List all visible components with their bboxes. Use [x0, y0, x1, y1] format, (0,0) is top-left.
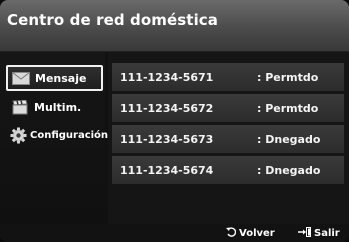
sidebar-item-configuracion[interactable]: Configuración — [7, 123, 108, 147]
message-number: 111-1234-5674 — [120, 163, 214, 177]
message-status: : Dnegado — [257, 163, 321, 177]
sidebar-item-label: Multim. — [34, 100, 82, 114]
back-label: Volver — [239, 228, 275, 239]
sidebar: Mensaje Multim. Configuración — [0, 52, 108, 224]
gear-icon — [10, 127, 27, 143]
message-number: 111-1234-5671 — [120, 70, 214, 84]
message-number: 111-1234-5672 — [120, 101, 214, 115]
exit-icon — [298, 227, 311, 240]
sidebar-item-label: Mensaje — [35, 71, 87, 85]
list-item[interactable]: 111-1234-5673 : Dnegado — [112, 125, 344, 153]
sidebar-item-mensaje[interactable]: Mensaje — [6, 65, 103, 91]
list-item[interactable]: 111-1234-5671 : Permtdo — [112, 63, 344, 91]
envelope-icon — [12, 71, 30, 85]
page-title: Centro de red doméstica — [7, 11, 219, 29]
exit-button[interactable]: Salir — [298, 227, 340, 240]
sidebar-item-multimedia[interactable]: Multim. — [7, 95, 103, 119]
home-network-center-window: Centro de red doméstica Mensaje Multim. … — [0, 0, 349, 242]
message-status: : Permtdo — [257, 101, 319, 115]
message-number: 111-1234-5673 — [120, 132, 214, 146]
list-item[interactable]: 111-1234-5674 : Dnegado — [112, 156, 344, 184]
message-list: 111-1234-5671 : Permtdo 111-1234-5672 : … — [108, 52, 349, 224]
footer: Volver Salir — [0, 224, 349, 242]
return-icon — [226, 227, 237, 240]
back-button[interactable]: Volver — [226, 227, 275, 240]
header: Centro de red doméstica — [0, 0, 349, 52]
list-item[interactable]: 111-1234-5672 : Permtdo — [112, 94, 344, 122]
message-status: : Permtdo — [257, 70, 319, 84]
message-status: : Dnegado — [257, 132, 321, 146]
sidebar-item-label: Configuración — [30, 129, 109, 141]
clapperboard-icon — [11, 99, 29, 114]
exit-label: Salir — [314, 228, 340, 239]
